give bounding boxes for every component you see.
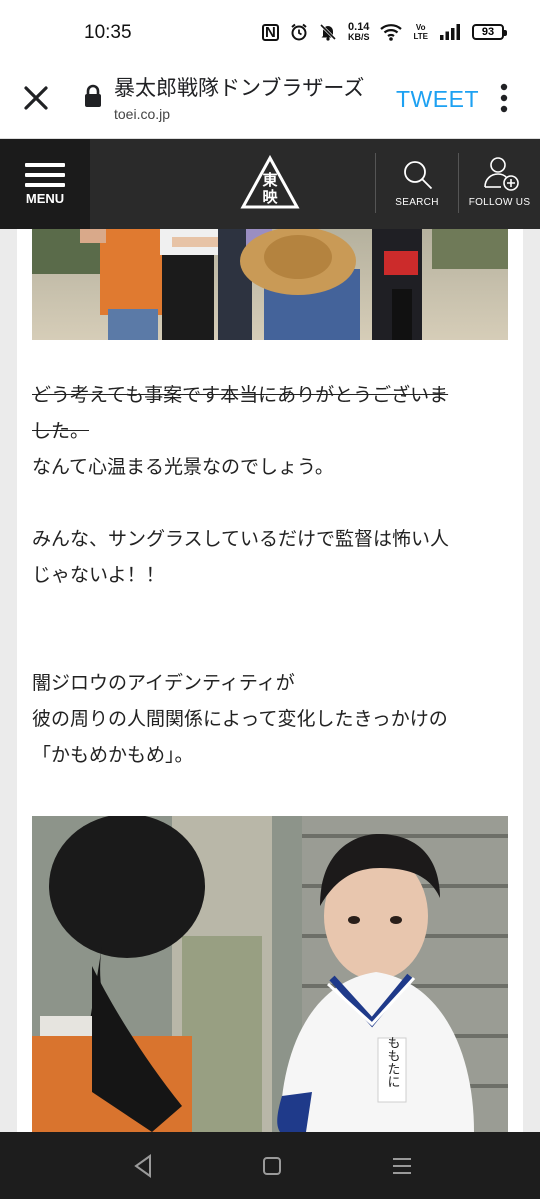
status-bar: 10:35 N 0.14 KB/S Vo LTE 93	[0, 0, 540, 62]
url-domain[interactable]: toei.co.jp	[114, 106, 170, 122]
search-icon	[404, 161, 433, 190]
volte-bottom: LTE	[413, 32, 428, 41]
tweet-button[interactable]: TWEET	[396, 86, 479, 113]
toei-logo[interactable]: 東 映	[240, 154, 300, 211]
wifi-icon	[380, 23, 403, 41]
paragraph-3-line1: 闇ジロウのアイデンティティが	[32, 672, 295, 694]
back-icon[interactable]	[128, 1152, 158, 1180]
strike-text-line2: した。	[32, 420, 90, 442]
system-navigation-bar	[0, 1132, 540, 1199]
menu-label: MENU	[25, 191, 65, 206]
status-icons: N 0.14 KB/S Vo LTE 93	[261, 21, 507, 43]
page-title: 暴太郎戦隊ドンブラザーズ	[114, 76, 365, 100]
search-button[interactable]: SEARCH	[376, 139, 458, 229]
search-label: SEARCH	[395, 197, 439, 208]
follow-us-button[interactable]: FOLLOW US	[459, 139, 540, 229]
follow-user-icon	[484, 157, 519, 191]
paragraph-2-line1: みんな、サングラスしているだけで監督は怖い人	[32, 528, 450, 550]
logo-text-top: 東	[262, 171, 277, 189]
battery-icon: 93	[472, 24, 507, 40]
network-speed: 0.14 KB/S	[347, 21, 370, 43]
volte-indicator: Vo LTE	[413, 23, 428, 41]
signal-icon	[439, 24, 461, 40]
article-photo-children-group	[32, 229, 508, 340]
menu-button[interactable]: MENU	[0, 139, 90, 229]
paragraph-2-line2: じゃないよ！！	[32, 564, 165, 586]
home-icon[interactable]	[257, 1152, 287, 1180]
lock-icon[interactable]	[84, 84, 102, 108]
name-tag-text: ももたに	[385, 1036, 400, 1088]
follow-label: FOLLOW US	[468, 197, 531, 208]
recents-icon[interactable]	[387, 1152, 417, 1180]
hamburger-icon	[25, 163, 65, 193]
paragraph-3-line2: 彼の周りの人間関係によって変化したきっかけの	[32, 708, 448, 730]
logo-text-bottom: 映	[262, 188, 278, 206]
article-photo-boy-and-girl: ももたに	[32, 816, 508, 1132]
strike-text-line1: どう考えても事案です本当にありがとうございま	[32, 384, 449, 406]
speed-value: 0.14	[348, 21, 370, 33]
mute-icon	[319, 23, 337, 41]
browser-toolbar: 暴太郎戦隊ドンブラザーズ toei.co.jp TWEET	[0, 62, 540, 139]
article-content: どう考えても事案です本当にありがとうございま した。 なんて心温まる光景なのでし…	[17, 229, 523, 1132]
more-options-icon[interactable]	[494, 82, 514, 114]
speed-unit: KB/S	[347, 32, 370, 42]
article-paragraph-2: みんな、サングラスしているだけで監督は怖い人 じゃないよ！！	[32, 521, 512, 593]
site-header: MENU 東 映 SEARCH FOLLOW US	[0, 139, 540, 229]
article-paragraph-struck: どう考えても事案です本当にありがとうございま した。 なんて心温まる光景なのでし…	[32, 377, 512, 485]
close-icon[interactable]	[20, 82, 52, 114]
volte-top: Vo	[415, 23, 426, 32]
alarm-icon	[290, 23, 308, 41]
paragraph-1: なんて心温まる光景なのでしょう。	[32, 456, 334, 478]
article-paragraph-3: 闇ジロウのアイデンティティが 彼の周りの人間関係によって変化したきっかけの 「か…	[32, 665, 512, 773]
paragraph-3-line3: 「かもめかもめ」。	[32, 744, 194, 766]
nfc-icon: N	[261, 23, 279, 41]
status-time: 10:35	[84, 22, 132, 43]
